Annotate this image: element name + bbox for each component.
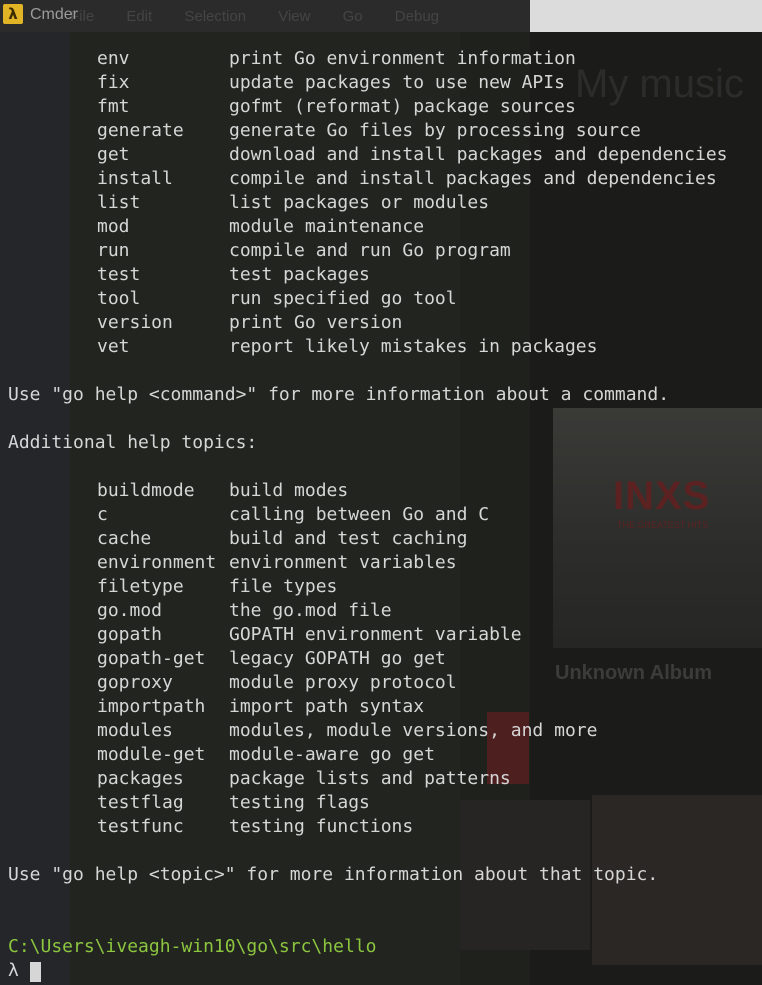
command-description: compile and install packages and depende… bbox=[229, 168, 717, 189]
command-description: module maintenance bbox=[229, 216, 425, 237]
topic-name: testfunc bbox=[97, 816, 184, 837]
topic-name: testflag bbox=[97, 792, 184, 813]
command-description: list packages or modules bbox=[229, 192, 490, 213]
topic-description: legacy GOPATH go get bbox=[229, 648, 446, 669]
command-name: generate bbox=[97, 120, 184, 141]
command-name: mod bbox=[97, 216, 130, 237]
usage-topic-line: Use "go help <topic>" for more informati… bbox=[8, 864, 659, 885]
prompt-symbol: λ bbox=[8, 960, 19, 981]
topic-name: packages bbox=[97, 768, 184, 789]
command-name: fix bbox=[97, 72, 130, 93]
command-description: compile and run Go program bbox=[229, 240, 511, 261]
topic-name: buildmode bbox=[97, 480, 195, 501]
command-name: get bbox=[97, 144, 130, 165]
topic-description: build modes bbox=[229, 480, 349, 501]
usage-command-line: Use "go help <command>" for more informa… bbox=[8, 384, 670, 405]
command-name: tool bbox=[97, 288, 141, 309]
topic-description: module proxy protocol bbox=[229, 672, 457, 693]
command-description: generate Go files by processing source bbox=[229, 120, 641, 141]
topic-name: cache bbox=[97, 528, 152, 549]
topic-name: modules bbox=[97, 720, 173, 741]
command-name: test bbox=[97, 264, 141, 285]
topic-name: go.mod bbox=[97, 600, 163, 621]
topic-name: environment bbox=[97, 552, 217, 573]
topic-description: import path syntax bbox=[229, 696, 425, 717]
command-description: print Go environment information bbox=[229, 48, 576, 69]
command-description: gofmt (reformat) package sources bbox=[229, 96, 576, 117]
command-name: vet bbox=[97, 336, 130, 357]
topic-description: environment variables bbox=[229, 552, 457, 573]
command-name: install bbox=[97, 168, 173, 189]
topic-description: build and test caching bbox=[229, 528, 468, 549]
topic-description: calling between Go and C bbox=[229, 504, 490, 525]
topic-description: modules, module versions, and more bbox=[229, 720, 598, 741]
command-description: test packages bbox=[229, 264, 370, 285]
topic-name: c bbox=[97, 504, 108, 525]
topic-name: gopath bbox=[97, 624, 163, 645]
topics-heading: Additional help topics: bbox=[8, 432, 258, 453]
terminal-output[interactable]: env print Go environment information fix up… bbox=[0, 0, 762, 985]
text-cursor[interactable] bbox=[30, 962, 41, 982]
topic-description: package lists and patterns bbox=[229, 768, 511, 789]
topic-name: goproxy bbox=[97, 672, 173, 693]
topic-name: module-get bbox=[97, 744, 206, 765]
command-name: version bbox=[97, 312, 173, 333]
topic-name: importpath bbox=[97, 696, 206, 717]
command-description: report likely mistakes in packages bbox=[229, 336, 598, 357]
prompt-path: C:\Users\iveagh-win10\go\src\hello bbox=[8, 936, 377, 957]
topic-description: file types bbox=[229, 576, 338, 597]
topic-description: testing flags bbox=[229, 792, 370, 813]
command-description: update packages to use new APIs bbox=[229, 72, 565, 93]
command-description: download and install packages and depend… bbox=[229, 144, 728, 165]
command-name: list bbox=[97, 192, 141, 213]
command-description: print Go version bbox=[229, 312, 403, 333]
topic-name: gopath-get bbox=[97, 648, 206, 669]
command-name: fmt bbox=[97, 96, 130, 117]
topic-description: testing functions bbox=[229, 816, 414, 837]
command-name: run bbox=[97, 240, 130, 261]
topic-name: filetype bbox=[97, 576, 184, 597]
topic-description: the go.mod file bbox=[229, 600, 392, 621]
command-description: run specified go tool bbox=[229, 288, 457, 309]
command-name: env bbox=[97, 48, 130, 69]
topic-description: GOPATH environment variable bbox=[229, 624, 522, 645]
topic-description: module-aware go get bbox=[229, 744, 435, 765]
